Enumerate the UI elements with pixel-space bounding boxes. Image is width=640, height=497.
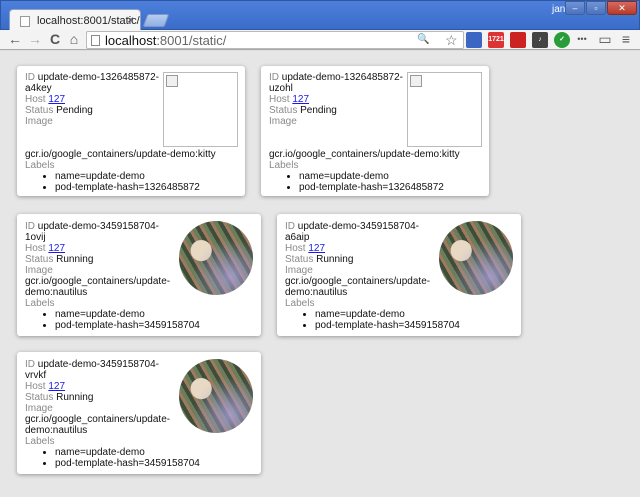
star-icon[interactable]: ☆ <box>445 32 458 49</box>
nautilus-image <box>179 359 253 433</box>
zoom-icon[interactable]: 🔍 <box>417 34 429 45</box>
browser-toolbar: ← → C ⌂ localhost:8001/static/ 🔍 ☆ 1721 … <box>0 30 640 50</box>
list-item: name=update-demo <box>55 309 261 320</box>
pod-labels-label: Labels <box>25 160 55 171</box>
list-item: pod-template-hash=3459158704 <box>55 320 261 331</box>
list-item: pod-template-hash=1326485872 <box>299 182 489 193</box>
home-icon[interactable]: ⌂ <box>65 31 83 49</box>
page-content: ID update-demo-1326485872- a4key Host 12… <box>0 51 640 497</box>
host-link[interactable]: 127 <box>292 94 309 105</box>
list-item: pod-template-hash=1326485872 <box>55 182 245 193</box>
more-icon[interactable]: ••• <box>573 31 591 49</box>
reload-icon[interactable]: C <box>46 31 64 49</box>
minimize-button[interactable]: – <box>565 1 585 15</box>
maximize-button[interactable]: ▫ <box>586 1 606 15</box>
list-item: name=update-demo <box>55 447 261 458</box>
new-tab-button[interactable] <box>142 14 170 27</box>
nautilus-image <box>179 221 253 295</box>
page-icon <box>20 16 30 27</box>
list-item: name=update-demo <box>55 171 245 182</box>
pod-labels-label: Labels <box>269 160 299 171</box>
extension-gmail-icon[interactable]: 1721 <box>488 32 504 48</box>
cast-icon[interactable]: ▭ <box>596 31 614 49</box>
page-icon <box>91 35 100 46</box>
nautilus-image <box>439 221 513 295</box>
label-list: name=update-demo pod-template-hash=13264… <box>299 171 489 193</box>
back-icon[interactable]: ← <box>6 31 24 49</box>
broken-image <box>163 72 238 147</box>
pod-card: ID update-demo-3459158704- 1ovij Host 12… <box>17 214 261 336</box>
list-item: pod-template-hash=3459158704 <box>315 320 521 331</box>
broken-image <box>407 72 482 147</box>
address-bar[interactable]: localhost:8001/static/ 🔍 ☆ <box>86 31 464 49</box>
title-bar: localhost:8001/static/ × janet – ▫ ✕ <box>0 0 640 32</box>
label-list: name=update-demo pod-template-hash=34591… <box>55 447 261 469</box>
extension-check-icon[interactable]: ✓ <box>554 32 570 48</box>
list-item: pod-template-hash=3459158704 <box>55 458 261 469</box>
list-item: name=update-demo <box>315 309 521 320</box>
extension-red-icon[interactable] <box>510 32 526 48</box>
url-text[interactable]: localhost:8001/static/ <box>105 33 226 48</box>
extension-music-icon[interactable]: ♪ <box>532 32 548 48</box>
extension-1-icon[interactable] <box>466 32 482 48</box>
tab-title: localhost:8001/static/ <box>37 15 140 27</box>
pod-image: gcr.io/google_containers/update-demo:kit… <box>25 149 216 160</box>
close-icon[interactable]: × <box>127 13 134 27</box>
pod-card: ID update-demo-1326485872- a4key Host 12… <box>17 66 245 196</box>
pod-labels-label: Labels <box>285 298 315 309</box>
menu-icon[interactable]: ≡ <box>617 31 635 49</box>
host-link[interactable]: 127 <box>308 243 325 254</box>
pod-image: gcr.io/google_containers/update-demo:kit… <box>269 149 460 160</box>
label-list: name=update-demo pod-template-hash=13264… <box>55 171 245 193</box>
pod-card: ID update-demo-3459158704- vrvkf Host 12… <box>17 352 261 474</box>
forward-icon[interactable]: → <box>26 31 44 49</box>
browser-tab[interactable]: localhost:8001/static/ × <box>9 9 141 32</box>
list-item: name=update-demo <box>299 171 489 182</box>
window-controls: – ▫ ✕ <box>564 1 637 17</box>
label-list: name=update-demo pod-template-hash=34591… <box>55 309 261 331</box>
pod-card: ID update-demo-1326485872- uzohl Host 12… <box>261 66 489 196</box>
host-link[interactable]: 127 <box>48 94 65 105</box>
label-list: name=update-demo pod-template-hash=34591… <box>315 309 521 331</box>
pod-labels-label: Labels <box>25 298 55 309</box>
pod-labels-label: Labels <box>25 436 55 447</box>
host-link[interactable]: 127 <box>48 243 65 254</box>
host-link[interactable]: 127 <box>48 381 65 392</box>
pod-card: ID update-demo-3459158704- a6aip Host 12… <box>277 214 521 336</box>
close-window-button[interactable]: ✕ <box>607 1 637 15</box>
